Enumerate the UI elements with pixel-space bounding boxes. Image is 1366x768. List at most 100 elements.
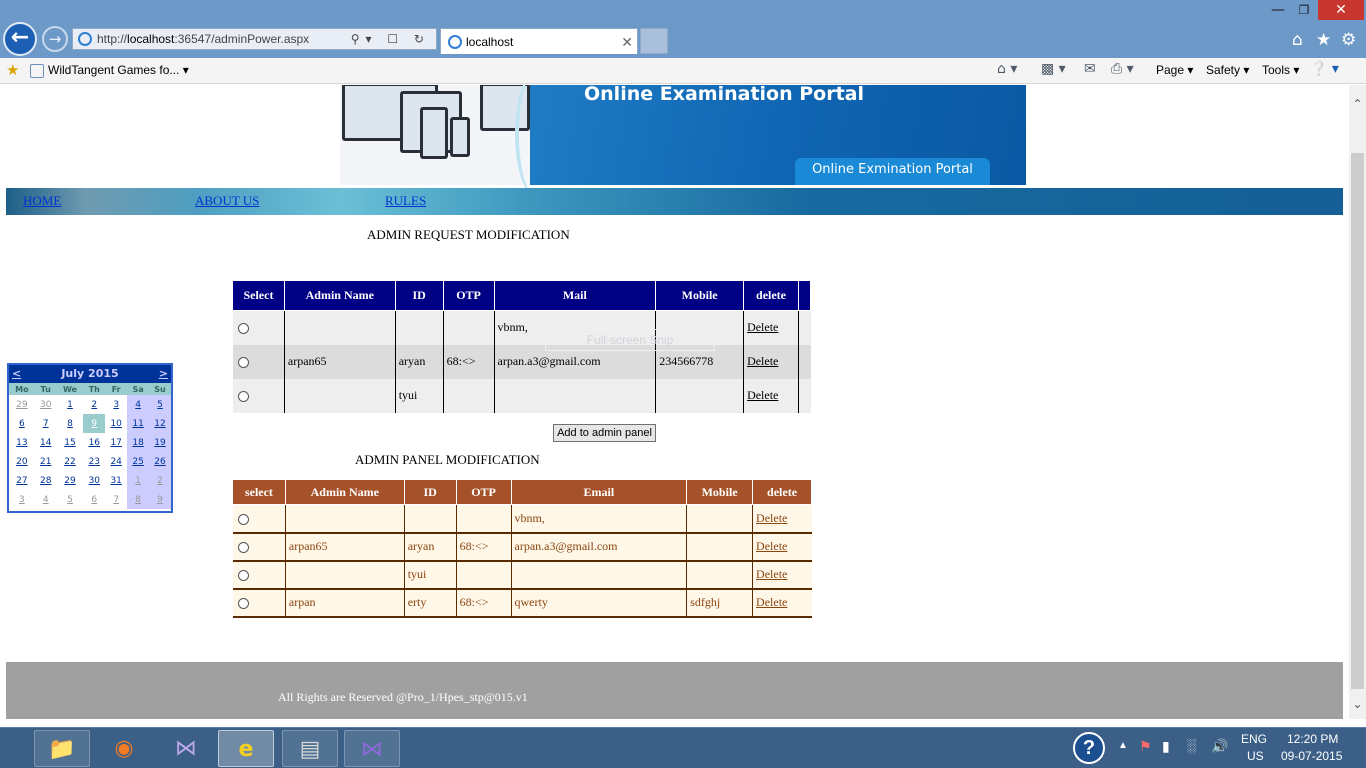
sql-server-button[interactable]: ▤ (282, 730, 338, 767)
scroll-down-icon[interactable]: ⌄ (1349, 697, 1366, 711)
gear-icon[interactable]: ⚙ (1341, 30, 1356, 50)
internet-explorer-button[interactable]: e (218, 730, 274, 767)
calendar-day[interactable]: 27 (9, 471, 35, 490)
calendar-day[interactable]: 8 (57, 414, 84, 433)
delete-link[interactable]: Delete (747, 388, 778, 402)
tools-menu[interactable]: Tools ▾ (1262, 63, 1299, 77)
delete-link[interactable]: Delete (747, 354, 778, 368)
input-language[interactable]: ENG (1241, 732, 1267, 746)
calendar-day[interactable]: 20 (9, 452, 35, 471)
page-menu[interactable]: Page ▾ (1156, 63, 1193, 77)
calendar-day[interactable]: 26 (149, 452, 171, 471)
home-icon[interactable]: ⌂ (1292, 30, 1303, 50)
calendar-day[interactable]: 18 (127, 433, 150, 452)
calendar-day[interactable]: 14 (35, 433, 57, 452)
calendar-day[interactable]: 31 (105, 471, 127, 490)
calendar-day[interactable]: 29 (9, 395, 35, 414)
calendar-day[interactable]: 1 (57, 395, 84, 414)
calendar-day[interactable]: 7 (105, 490, 127, 509)
select-radio[interactable] (237, 356, 249, 368)
calendar-day[interactable]: 30 (83, 471, 105, 490)
show-hidden-icons-icon[interactable]: ▲ (1118, 740, 1128, 751)
nav-about-link[interactable]: ABOUT US (195, 193, 259, 209)
favorites-star-icon[interactable]: ★ (1316, 30, 1331, 50)
calendar-day[interactable]: 10 (105, 414, 127, 433)
select-radio[interactable] (237, 541, 249, 553)
calendar-day[interactable]: 8 (127, 490, 150, 509)
calendar-day[interactable]: 15 (57, 433, 84, 452)
close-window-button[interactable]: ✕ (1318, 0, 1364, 20)
calendar-day[interactable]: 19 (149, 433, 171, 452)
select-radio[interactable] (237, 390, 249, 402)
network-signal-icon[interactable]: ░ (1187, 738, 1196, 753)
calendar-day[interactable]: 2 (149, 471, 171, 490)
calendar-day[interactable]: 6 (9, 414, 35, 433)
safety-menu[interactable]: Safety ▾ (1206, 63, 1249, 77)
calendar-day[interactable]: 3 (105, 395, 127, 414)
calendar-day[interactable]: 4 (35, 490, 57, 509)
feeds-icon[interactable]: ▩ ▾ (1041, 61, 1066, 77)
restore-button[interactable]: ❐ (1292, 0, 1316, 20)
calendar-day[interactable]: 13 (9, 433, 35, 452)
clock-time[interactable]: 12:20 PM (1287, 732, 1338, 746)
clock-date[interactable]: 09-07-2015 (1281, 749, 1342, 763)
help-icon[interactable]: ❔ ▾ (1310, 61, 1339, 77)
delete-link[interactable]: Delete (747, 320, 778, 334)
visual-studio-button[interactable]: ⋈ (158, 730, 214, 767)
delete-link[interactable]: Delete (756, 595, 787, 609)
close-tab-icon[interactable]: ✕ (621, 29, 633, 55)
calendar-day[interactable]: 11 (127, 414, 150, 433)
delete-link[interactable]: Delete (756, 567, 787, 581)
battery-icon[interactable]: ▮ (1162, 738, 1170, 755)
calendar-day[interactable]: 29 (57, 471, 84, 490)
delete-link[interactable]: Delete (756, 539, 787, 553)
calendar-day[interactable]: 5 (149, 395, 171, 414)
delete-link[interactable]: Delete (756, 511, 787, 525)
forward-button[interactable]: → (42, 26, 68, 52)
select-radio[interactable] (237, 323, 249, 334)
calendar-day[interactable]: 1 (127, 471, 150, 490)
calendar-day[interactable]: 21 (35, 452, 57, 471)
select-radio[interactable] (237, 513, 249, 525)
calendar-day[interactable]: 5 (57, 490, 84, 509)
file-explorer-button[interactable]: 📁 (34, 730, 90, 767)
scrollbar-thumb[interactable] (1351, 153, 1364, 689)
help-tray-icon[interactable]: ? (1073, 732, 1105, 764)
calendar-next-link[interactable]: > (159, 365, 168, 383)
add-favorites-icon[interactable]: ★ (6, 61, 19, 79)
back-button[interactable]: ← (3, 22, 37, 56)
calendar-day[interactable]: 22 (57, 452, 84, 471)
vertical-scrollbar[interactable]: ⌃ ⌄ (1349, 85, 1366, 719)
calendar-day[interactable]: 4 (127, 395, 150, 414)
calendar-day[interactable]: 3 (9, 490, 35, 509)
scroll-up-icon[interactable]: ⌃ (1349, 97, 1366, 111)
favorites-link[interactable]: WildTangent Games fo... ▾ (30, 63, 189, 78)
calendar-day[interactable]: 6 (83, 490, 105, 509)
calendar-day[interactable]: 30 (35, 395, 57, 414)
calendar-prev-link[interactable]: < (12, 365, 21, 383)
nav-home-link[interactable]: HOME (23, 193, 61, 209)
minimize-button[interactable]: — (1266, 0, 1290, 20)
select-radio[interactable] (237, 569, 249, 581)
add-to-admin-panel-button[interactable]: Add to admin panel (553, 424, 656, 442)
calendar-day[interactable]: 2 (83, 395, 105, 414)
calendar-day[interactable]: 16 (83, 433, 105, 452)
home-page-icon[interactable]: ⌂ ▾ (997, 61, 1017, 77)
calendar-day[interactable]: 17 (105, 433, 127, 452)
calendar-day[interactable]: 9 (149, 490, 171, 509)
calendar-day[interactable]: 25 (127, 452, 150, 471)
calendar-day[interactable]: 23 (83, 452, 105, 471)
firefox-button[interactable]: ◉ (96, 730, 152, 767)
calendar-day[interactable]: 28 (35, 471, 57, 490)
nav-rules-link[interactable]: RULES (385, 193, 426, 209)
address-bar[interactable]: http://localhost:36547/adminPower.aspx ⚲… (72, 28, 437, 50)
volume-icon[interactable]: 🔊 (1211, 738, 1228, 755)
address-bar-controls[interactable]: ⚲▾ ☐ ↻ (351, 29, 430, 49)
visual-studio-2013-button[interactable]: ⋈ (344, 730, 400, 767)
browser-tab[interactable]: localhost ✕ (440, 28, 638, 54)
mail-icon[interactable]: ✉ (1084, 61, 1096, 77)
print-icon[interactable]: ⎙ ▾ (1111, 61, 1134, 77)
calendar-day[interactable]: 12 (149, 414, 171, 433)
input-region[interactable]: US (1247, 749, 1264, 763)
calendar-day[interactable]: 7 (35, 414, 57, 433)
